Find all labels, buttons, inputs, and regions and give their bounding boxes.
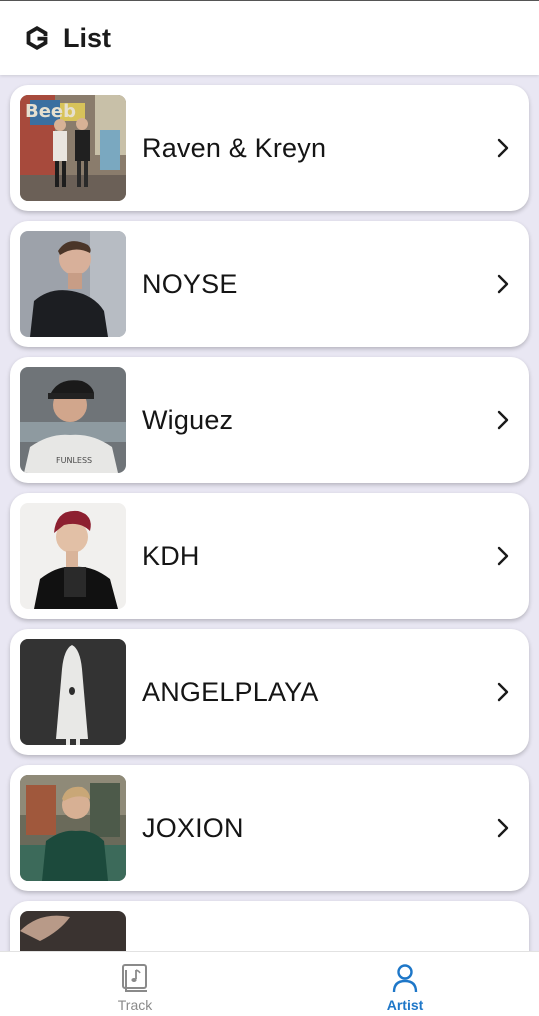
nav-tab-artist-label: Artist (386, 997, 424, 1013)
artist-name: ANGELPLAYA (142, 676, 319, 707)
chevron-right-icon[interactable] (493, 815, 513, 841)
artist-card[interactable]: Beeb Raven & Kreyn (10, 85, 529, 211)
chevron-right-icon[interactable] (493, 271, 513, 297)
chevron-right-icon[interactable] (493, 679, 513, 705)
artist-photo (20, 503, 126, 609)
nav-tab-track[interactable]: Track (65, 952, 205, 1016)
artist-photo (20, 231, 126, 337)
artist-name: NOYSE (142, 268, 238, 299)
chevron-right-icon[interactable] (493, 135, 513, 161)
nav-tab-artist[interactable]: Artist (335, 952, 475, 1016)
bottom-navigation: Track Artist (0, 951, 539, 1016)
chevron-right-icon[interactable] (493, 543, 513, 569)
svg-text:FUNLESS: FUNLESS (56, 456, 92, 465)
artist-card[interactable]: NOYSE (10, 221, 529, 347)
artist-name: JOXION (142, 812, 244, 843)
artist-photo: FUNLESS (20, 367, 126, 473)
artist-card[interactable]: KDH (10, 493, 529, 619)
chevron-right-icon[interactable] (493, 407, 513, 433)
artist-photo (20, 911, 126, 951)
svg-text:Beeb: Beeb (25, 101, 76, 122)
artist-photo (20, 775, 126, 881)
artist-name: KDH (142, 540, 200, 571)
artist-photo: Beeb (20, 95, 126, 201)
artist-list[interactable]: Beeb Raven & Kreyn NOYSE FUNLESS Wiguez … (0, 75, 539, 951)
app-header: List (0, 0, 539, 75)
page-title: List (63, 22, 112, 53)
g-logo-icon (26, 26, 48, 50)
artist-card[interactable]: ANGELPLAYA (10, 629, 529, 755)
music-note-icon (122, 964, 147, 992)
artist-name: Raven & Kreyn (142, 132, 327, 163)
person-icon (392, 964, 418, 993)
nav-tab-track-label: Track (117, 997, 153, 1013)
artist-card[interactable]: JOXION (10, 765, 529, 891)
artist-card[interactable] (10, 901, 529, 951)
artist-photo (20, 639, 126, 745)
app-root: List Beeb Raven & Kreyn NOYSE FUNLESS Wi… (0, 0, 539, 1016)
artist-name: Wiguez (142, 404, 234, 435)
artist-card[interactable]: FUNLESS Wiguez (10, 357, 529, 483)
